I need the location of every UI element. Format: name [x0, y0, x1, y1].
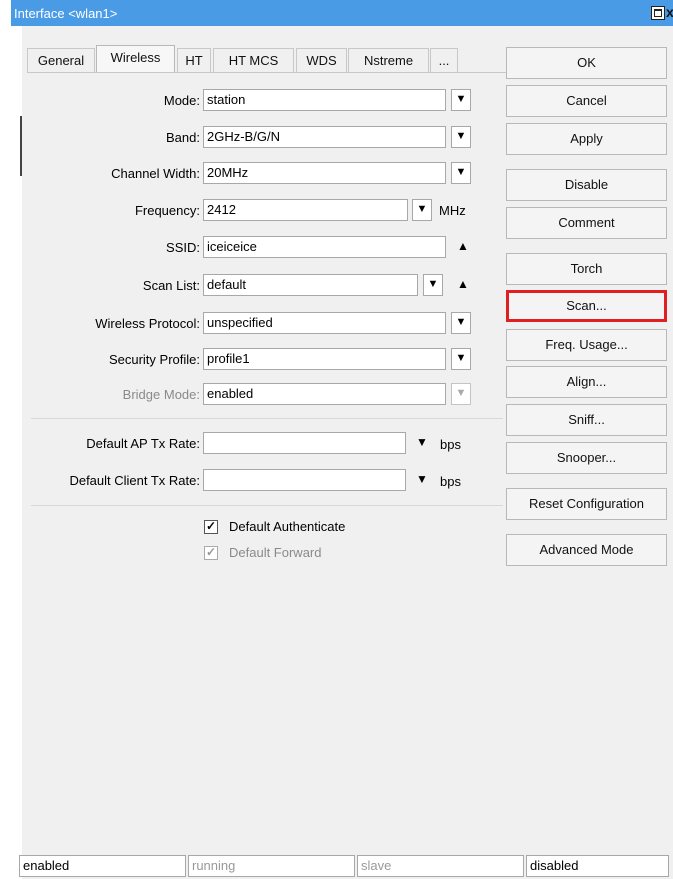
dropdown-arrow-icon[interactable]: ▼ — [451, 126, 471, 148]
scan-button[interactable]: Scan... — [506, 290, 667, 322]
scan-list-select[interactable]: default — [203, 274, 418, 296]
default-ap-tx-rate-label: Default AP Tx Rate: — [86, 436, 200, 451]
ssid-input[interactable]: iceiceice — [203, 236, 446, 258]
status-slave: slave — [357, 855, 524, 877]
sniff-button[interactable]: Sniff... — [506, 404, 667, 436]
default-authenticate-checkbox[interactable]: ✓ — [204, 520, 218, 534]
separator — [31, 418, 503, 419]
dropdown-arrow-icon[interactable]: ▼ — [416, 435, 428, 449]
default-client-tx-rate-unit: bps — [440, 474, 461, 489]
dropdown-arrow-icon[interactable]: ▼ — [451, 348, 471, 370]
wireless-protocol-label: Wireless Protocol: — [95, 316, 200, 331]
up-arrow-icon[interactable]: ▲ — [457, 277, 469, 291]
dropdown-arrow-icon[interactable]: ▼ — [423, 274, 443, 296]
ssid-label: SSID: — [166, 240, 200, 255]
torch-button[interactable]: Torch — [506, 253, 667, 285]
dropdown-arrow-icon[interactable]: ▼ — [451, 162, 471, 184]
dropdown-arrow-icon: ▼ — [451, 383, 471, 405]
security-profile-select[interactable]: profile1 — [203, 348, 446, 370]
tab-nstreme[interactable]: Nstreme — [348, 48, 429, 72]
maximize-icon[interactable] — [651, 6, 665, 20]
disable-button[interactable]: Disable — [506, 169, 667, 201]
apply-button[interactable]: Apply — [506, 123, 667, 155]
interface-window: Interface <wlan1> x General Wireless HT … — [11, 0, 673, 879]
default-forward-checkbox: ✓ — [204, 546, 218, 560]
default-forward-label: Default Forward — [229, 545, 322, 560]
checkmark-icon: ✓ — [205, 519, 217, 533]
tab-more[interactable]: ... — [430, 48, 458, 72]
frequency-unit: MHz — [439, 203, 466, 218]
status-disabled: disabled — [526, 855, 669, 877]
comment-button[interactable]: Comment — [506, 207, 667, 239]
dropdown-arrow-icon[interactable]: ▼ — [451, 89, 471, 111]
tab-ht-mcs[interactable]: HT MCS — [213, 48, 294, 72]
advanced-mode-button[interactable]: Advanced Mode — [506, 534, 667, 566]
close-icon[interactable]: x — [666, 4, 673, 20]
reset-configuration-button[interactable]: Reset Configuration — [506, 488, 667, 520]
status-enabled: enabled — [19, 855, 186, 877]
dropdown-arrow-icon[interactable]: ▼ — [451, 312, 471, 334]
security-profile-label: Security Profile: — [108, 352, 200, 367]
mode-label: Mode: — [163, 93, 200, 108]
status-running: running — [188, 855, 355, 877]
up-arrow-icon[interactable]: ▲ — [457, 239, 469, 253]
dropdown-arrow-icon[interactable]: ▼ — [416, 472, 428, 486]
default-client-tx-rate-label: Default Client Tx Rate: — [69, 473, 200, 488]
separator — [31, 505, 503, 506]
default-ap-tx-rate-unit: bps — [440, 437, 461, 452]
default-ap-tx-rate-input[interactable] — [203, 432, 406, 454]
title-bar[interactable]: Interface <wlan1> x — [11, 0, 673, 26]
window-title: Interface <wlan1> — [14, 6, 118, 21]
wireless-protocol-select[interactable]: unspecified — [203, 312, 446, 334]
bridge-mode-select: enabled — [203, 383, 446, 405]
mode-select[interactable]: station — [203, 89, 446, 111]
frequency-label: Frequency: — [134, 203, 200, 218]
cancel-button[interactable]: Cancel — [506, 85, 667, 117]
snooper-button[interactable]: Snooper... — [506, 442, 667, 474]
band-select[interactable]: 2GHz-B/G/N — [203, 126, 446, 148]
channel-width-select[interactable]: 20MHz — [203, 162, 446, 184]
freq-usage-button[interactable]: Freq. Usage... — [506, 329, 667, 361]
tab-wireless[interactable]: Wireless — [96, 45, 175, 73]
tab-ht[interactable]: HT — [177, 48, 211, 72]
align-button[interactable]: Align... — [506, 366, 667, 398]
dropdown-arrow-icon[interactable]: ▼ — [412, 199, 432, 221]
band-label: Band: — [166, 130, 200, 145]
default-client-tx-rate-input[interactable] — [203, 469, 406, 491]
tab-wds[interactable]: WDS — [296, 48, 347, 72]
scan-list-label: Scan List: — [142, 278, 200, 293]
bridge-mode-label: Bridge Mode: — [122, 387, 200, 402]
tab-general[interactable]: General — [27, 48, 95, 72]
tab-divider — [27, 72, 507, 73]
frequency-select[interactable]: 2412 — [203, 199, 408, 221]
default-authenticate-label: Default Authenticate — [229, 519, 346, 534]
channel-width-label: Channel Width: — [111, 166, 200, 181]
checkmark-icon: ✓ — [205, 545, 217, 559]
ok-button[interactable]: OK — [506, 47, 667, 79]
window-left-edge — [11, 26, 22, 879]
